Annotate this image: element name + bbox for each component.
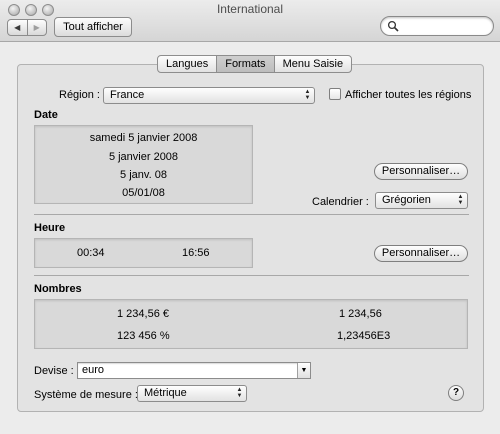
time-example-long: 16:56 [182,247,210,259]
time-example-short: 00:34 [77,247,105,259]
date-heading: Date [34,109,58,121]
region-popup[interactable]: France ▲ ▼ [103,87,315,104]
back-arrow-icon[interactable]: ◀ [8,20,28,35]
search-icon [387,20,399,32]
measurement-popup[interactable]: Métrique ▲ ▼ [137,385,247,402]
currency-label: Devise : [34,365,74,377]
divider [34,275,469,276]
tab-langues[interactable]: Langues [158,56,218,72]
date-example-long: 5 janvier 2008 [108,151,179,163]
date-example-full: samedi 5 janvier 2008 [89,132,198,144]
number-example: 1 234,56 [339,308,382,320]
back-forward-control: ◀ ▶ [7,19,47,36]
show-all-button[interactable]: Tout afficher [54,17,132,37]
currency-combobox[interactable]: euro ▼ [77,362,311,379]
currency-example: 1 234,56 € [117,308,169,320]
tab-formats[interactable]: Formats [217,56,275,72]
calendar-label: Calendrier : [312,196,369,208]
popup-arrows-icon: ▲ ▼ [304,89,311,101]
date-example-medium: 5 janv. 08 [120,169,167,181]
search-field[interactable] [380,16,494,36]
dropdown-arrow-icon[interactable]: ▼ [297,363,310,378]
show-all-regions-label: Afficher toutes les régions [345,89,472,101]
forward-arrow-icon[interactable]: ▶ [28,20,47,35]
measurement-label: Système de mesure : [34,389,138,401]
region-label: Région : [59,89,100,101]
calendar-value: Grégorien [382,194,431,206]
scientific-example: 1,23456E3 [337,330,391,342]
date-example-short: 05/01/08 [122,187,165,199]
divider [34,214,469,215]
preferences-window: International ◀ ▶ Tout afficher Langues … [0,0,500,434]
currency-value: euro [82,364,105,376]
numbers-examples-box [34,299,468,349]
time-heading: Heure [34,222,66,234]
time-customize-button[interactable]: Personnaliser… [374,245,468,262]
tab-menu-saisie[interactable]: Menu Saisie [275,56,352,72]
percent-example: 123 456 % [117,330,170,342]
popup-arrows-icon: ▲ ▼ [236,387,243,399]
show-all-regions-checkbox[interactable] [329,88,341,100]
popup-arrows-icon: ▲ ▼ [457,194,464,206]
tab-bar: Langues Formats Menu Saisie [157,55,353,73]
time-examples-box [34,238,253,268]
numbers-heading: Nombres [34,283,82,295]
date-customize-button[interactable]: Personnaliser… [374,163,468,180]
calendar-popup[interactable]: Grégorien ▲ ▼ [375,192,468,209]
title-toolbar-bar: International ◀ ▶ Tout afficher [0,0,500,42]
window-title: International [216,2,284,16]
help-button[interactable]: ? [448,385,464,401]
measurement-value: Métrique [144,387,187,399]
region-value: France [110,89,145,101]
